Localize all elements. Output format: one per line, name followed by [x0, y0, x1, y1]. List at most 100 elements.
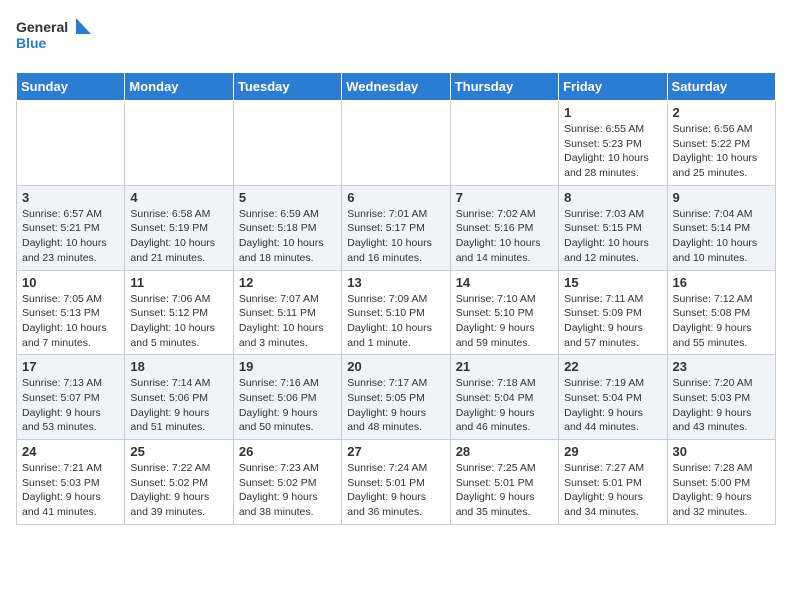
day-of-week-header: Saturday	[667, 73, 775, 101]
day-number: 10	[22, 275, 119, 290]
day-number: 19	[239, 359, 336, 374]
day-info: Sunrise: 7:10 AM Sunset: 5:10 PM Dayligh…	[456, 292, 553, 351]
logo-svg: General Blue	[16, 16, 96, 60]
day-info: Sunrise: 6:57 AM Sunset: 5:21 PM Dayligh…	[22, 207, 119, 266]
day-number: 1	[564, 105, 661, 120]
calendar-day-cell: 5 Sunrise: 6:59 AM Sunset: 5:18 PM Daylig…	[233, 185, 341, 270]
day-info: Sunrise: 7:13 AM Sunset: 5:07 PM Dayligh…	[22, 376, 119, 435]
calendar-day-cell: 27 Sunrise: 7:24 AM Sunset: 5:01 PM Dayli…	[342, 440, 450, 525]
calendar-header: SundayMondayTuesdayWednesdayThursdayFrid…	[17, 73, 776, 101]
calendar-day-cell: 25Sunrise: 7:22 AM Sunset: 5:02 PM Dayli…	[125, 440, 233, 525]
calendar-day-cell: 13 Sunrise: 7:09 AM Sunset: 5:10 PM Dayli…	[342, 270, 450, 355]
calendar-day-cell	[17, 101, 125, 186]
day-number: 3	[22, 190, 119, 205]
day-info: Sunrise: 7:16 AM Sunset: 5:06 PM Dayligh…	[239, 376, 336, 435]
calendar-week-row: 10 Sunrise: 7:05 AM Sunset: 5:13 PM Dayli…	[17, 270, 776, 355]
day-number: 21	[456, 359, 553, 374]
day-number: 22	[564, 359, 661, 374]
page-header: General Blue	[16, 16, 776, 60]
calendar-week-row: 24 Sunrise: 7:21 AM Sunset: 5:03 PM Dayli…	[17, 440, 776, 525]
day-info: Sunrise: 7:21 AM Sunset: 5:03 PM Dayligh…	[22, 461, 119, 520]
day-number: 15	[564, 275, 661, 290]
day-number: 18	[130, 359, 227, 374]
day-number: 25	[130, 444, 227, 459]
calendar-day-cell: 23 Sunrise: 7:20 AM Sunset: 5:03 PM Dayli…	[667, 355, 775, 440]
day-number: 30	[673, 444, 770, 459]
calendar-week-row: 1 Sunrise: 6:55 AM Sunset: 5:23 PM Daylig…	[17, 101, 776, 186]
calendar-day-cell	[125, 101, 233, 186]
day-info: Sunrise: 6:58 AM Sunset: 5:19 PM Dayligh…	[130, 207, 227, 266]
day-info: Sunrise: 6:56 AM Sunset: 5:22 PM Dayligh…	[673, 122, 770, 181]
day-info: Sunrise: 7:09 AM Sunset: 5:10 PM Dayligh…	[347, 292, 444, 351]
day-number: 14	[456, 275, 553, 290]
day-of-week-header: Sunday	[17, 73, 125, 101]
day-number: 29	[564, 444, 661, 459]
calendar-day-cell: 10 Sunrise: 7:05 AM Sunset: 5:13 PM Dayli…	[17, 270, 125, 355]
day-number: 6	[347, 190, 444, 205]
calendar-day-cell: 24 Sunrise: 7:21 AM Sunset: 5:03 PM Dayli…	[17, 440, 125, 525]
calendar-day-cell: 29 Sunrise: 7:27 AM Sunset: 5:01 PM Dayli…	[559, 440, 667, 525]
day-info: Sunrise: 7:05 AM Sunset: 5:13 PM Dayligh…	[22, 292, 119, 351]
calendar-day-cell: 26Sunrise: 7:23 AM Sunset: 5:02 PM Dayli…	[233, 440, 341, 525]
calendar-day-cell: 20 Sunrise: 7:17 AM Sunset: 5:05 PM Dayli…	[342, 355, 450, 440]
day-number: 12	[239, 275, 336, 290]
day-number: 27	[347, 444, 444, 459]
day-number: 24	[22, 444, 119, 459]
calendar-body: 1 Sunrise: 6:55 AM Sunset: 5:23 PM Daylig…	[17, 101, 776, 525]
svg-text:Blue: Blue	[16, 35, 47, 51]
calendar-day-cell: 30 Sunrise: 7:28 AM Sunset: 5:00 PM Dayli…	[667, 440, 775, 525]
calendar-day-cell	[450, 101, 558, 186]
day-info: Sunrise: 7:25 AM Sunset: 5:01 PM Dayligh…	[456, 461, 553, 520]
calendar-day-cell: 21 Sunrise: 7:18 AM Sunset: 5:04 PM Dayli…	[450, 355, 558, 440]
day-number: 26	[239, 444, 336, 459]
calendar-day-cell: 2 Sunrise: 6:56 AM Sunset: 5:22 PM Daylig…	[667, 101, 775, 186]
day-number: 20	[347, 359, 444, 374]
calendar-day-cell: 4 Sunrise: 6:58 AM Sunset: 5:19 PM Daylig…	[125, 185, 233, 270]
day-number: 11	[130, 275, 227, 290]
calendar-day-cell: 18 Sunrise: 7:14 AM Sunset: 5:06 PM Dayli…	[125, 355, 233, 440]
day-info: Sunrise: 7:18 AM Sunset: 5:04 PM Dayligh…	[456, 376, 553, 435]
calendar-day-cell: 6 Sunrise: 7:01 AM Sunset: 5:17 PM Daylig…	[342, 185, 450, 270]
day-of-week-header: Monday	[125, 73, 233, 101]
day-number: 23	[673, 359, 770, 374]
day-number: 16	[673, 275, 770, 290]
svg-text:General: General	[16, 19, 68, 35]
calendar-day-cell: 14 Sunrise: 7:10 AM Sunset: 5:10 PM Dayli…	[450, 270, 558, 355]
calendar-day-cell: 7 Sunrise: 7:02 AM Sunset: 5:16 PM Daylig…	[450, 185, 558, 270]
day-number: 8	[564, 190, 661, 205]
day-info: Sunrise: 7:20 AM Sunset: 5:03 PM Dayligh…	[673, 376, 770, 435]
day-info: Sunrise: 7:17 AM Sunset: 5:05 PM Dayligh…	[347, 376, 444, 435]
day-number: 2	[673, 105, 770, 120]
calendar-week-row: 17 Sunrise: 7:13 AM Sunset: 5:07 PM Dayli…	[17, 355, 776, 440]
day-info: Sunrise: 7:14 AM Sunset: 5:06 PM Dayligh…	[130, 376, 227, 435]
day-info: Sunrise: 6:59 AM Sunset: 5:18 PM Dayligh…	[239, 207, 336, 266]
day-info: Sunrise: 7:19 AM Sunset: 5:04 PM Dayligh…	[564, 376, 661, 435]
day-info: Sunrise: 7:01 AM Sunset: 5:17 PM Dayligh…	[347, 207, 444, 266]
day-info: Sunrise: 7:28 AM Sunset: 5:00 PM Dayligh…	[673, 461, 770, 520]
day-of-week-header: Thursday	[450, 73, 558, 101]
calendar-day-cell: 9Sunrise: 7:04 AM Sunset: 5:14 PM Daylig…	[667, 185, 775, 270]
day-info: Sunrise: 7:04 AM Sunset: 5:14 PM Dayligh…	[673, 207, 770, 266]
calendar-day-cell: 12 Sunrise: 7:07 AM Sunset: 5:11 PM Dayli…	[233, 270, 341, 355]
calendar-day-cell: 22 Sunrise: 7:19 AM Sunset: 5:04 PM Dayli…	[559, 355, 667, 440]
calendar-day-cell: 3 Sunrise: 6:57 AM Sunset: 5:21 PM Daylig…	[17, 185, 125, 270]
day-info: Sunrise: 7:03 AM Sunset: 5:15 PM Dayligh…	[564, 207, 661, 266]
day-of-week-header: Wednesday	[342, 73, 450, 101]
calendar-week-row: 3 Sunrise: 6:57 AM Sunset: 5:21 PM Daylig…	[17, 185, 776, 270]
day-info: Sunrise: 7:24 AM Sunset: 5:01 PM Dayligh…	[347, 461, 444, 520]
calendar-day-cell: 11 Sunrise: 7:06 AM Sunset: 5:12 PM Dayli…	[125, 270, 233, 355]
day-number: 13	[347, 275, 444, 290]
day-of-week-header: Friday	[559, 73, 667, 101]
calendar-day-cell: 8 Sunrise: 7:03 AM Sunset: 5:15 PM Daylig…	[559, 185, 667, 270]
day-info: Sunrise: 7:27 AM Sunset: 5:01 PM Dayligh…	[564, 461, 661, 520]
day-info: Sunrise: 7:07 AM Sunset: 5:11 PM Dayligh…	[239, 292, 336, 351]
calendar-day-cell: 17 Sunrise: 7:13 AM Sunset: 5:07 PM Dayli…	[17, 355, 125, 440]
day-info: Sunrise: 7:02 AM Sunset: 5:16 PM Dayligh…	[456, 207, 553, 266]
day-number: 5	[239, 190, 336, 205]
day-number: 17	[22, 359, 119, 374]
day-info: Sunrise: 6:55 AM Sunset: 5:23 PM Dayligh…	[564, 122, 661, 181]
day-info: Sunrise: 7:12 AM Sunset: 5:08 PM Dayligh…	[673, 292, 770, 351]
day-info: Sunrise: 7:06 AM Sunset: 5:12 PM Dayligh…	[130, 292, 227, 351]
day-number: 7	[456, 190, 553, 205]
day-number: 4	[130, 190, 227, 205]
